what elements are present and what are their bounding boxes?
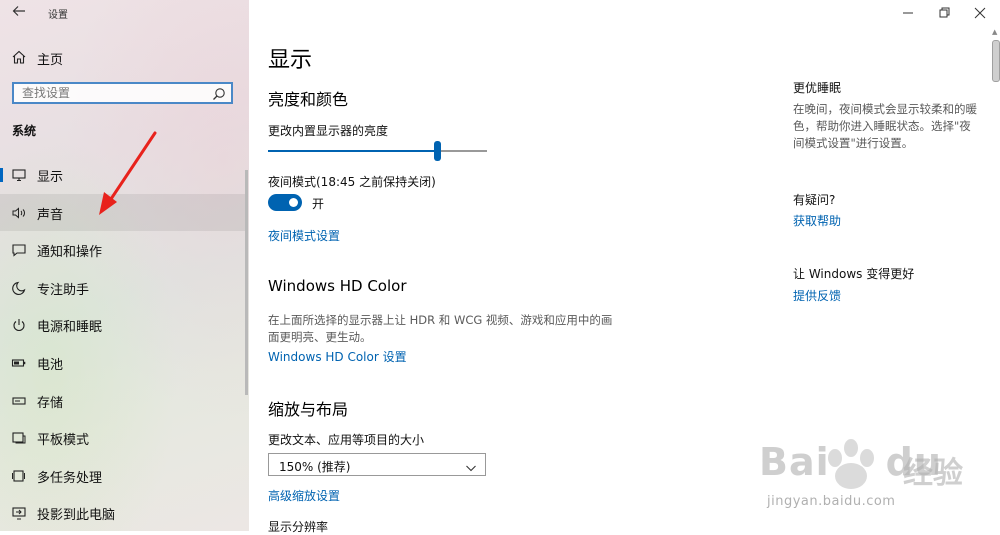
improve-heading: 让 Windows 变得更好 (793, 267, 915, 281)
speaker-icon (11, 205, 27, 221)
page-title: 显示 (268, 48, 313, 73)
sleep-heading: 更优睡眠 (793, 81, 842, 95)
scale-dropdown-value: 150% (推荐) (279, 460, 351, 474)
scale-dropdown[interactable]: 150% (推荐) (268, 453, 486, 476)
scale-heading: 缩放与布局 (268, 400, 349, 419)
night-mode-label: 夜间模式(18:45 之前保持关闭) (268, 175, 436, 189)
hdr-description-line2: 面更明亮、更生动。 (268, 330, 372, 344)
sidebar-item-label: 声音 (37, 207, 64, 223)
sidebar-item-label: 电源和睡眠 (37, 320, 103, 336)
hdr-settings-link[interactable]: Windows HD Color 设置 (268, 348, 407, 365)
brightness-slider[interactable] (268, 141, 487, 161)
hdr-description-line1: 在上面所选择的显示器上让 HDR 和 WCG 视频、游戏和应用中的画 (268, 313, 613, 327)
sidebar-scrollbar[interactable] (245, 170, 248, 395)
battery-icon (11, 355, 27, 371)
hdr-heading: Windows HD Color (268, 277, 407, 295)
brightness-heading: 亮度和颜色 (268, 90, 349, 109)
search-box[interactable] (12, 82, 233, 104)
sidebar-item-label: 存储 (37, 395, 64, 411)
toggle-knob (289, 198, 298, 207)
sidebar-item-focus-assist[interactable]: 专注助手 (0, 269, 245, 307)
sidebar-item-label: 平板模式 (37, 433, 90, 449)
nav-home[interactable]: 主页 (0, 45, 249, 71)
sleep-text-line3: 间模式设置"进行设置。 (793, 136, 914, 150)
tablet-icon (11, 430, 27, 446)
sidebar-item-power-sleep[interactable]: 电源和睡眠 (0, 306, 245, 344)
search-input[interactable] (14, 84, 212, 102)
chevron-down-icon (465, 459, 477, 472)
back-arrow-icon[interactable] (8, 3, 30, 23)
sidebar-item-multitasking[interactable]: 多任务处理 (0, 457, 245, 495)
feedback-link[interactable]: 提供反馈 (793, 287, 841, 304)
sidebar-item-tablet-mode[interactable]: 平板模式 (0, 419, 245, 457)
storage-icon (11, 393, 27, 409)
window-controls (890, 0, 1000, 26)
watermark: Bai du 经验 jingyan.baidu.com (755, 418, 995, 523)
sidebar-item-project-to-pc[interactable]: 投影到此电脑 (0, 494, 245, 531)
sleep-text-line1: 在晚间，夜间模式会显示较柔和的暖 (793, 102, 977, 116)
advanced-scaling-link[interactable]: 高级缩放设置 (268, 487, 340, 504)
main-scrollbar-thumb[interactable] (992, 40, 1000, 82)
sidebar: 设置 主页 系统 显示 声音 (0, 0, 249, 531)
home-icon (11, 49, 27, 65)
search-icon[interactable] (212, 86, 226, 100)
close-icon[interactable] (970, 3, 990, 23)
slider-fill (268, 150, 437, 152)
minimize-icon[interactable] (898, 3, 918, 23)
restore-icon[interactable] (934, 3, 954, 23)
question-heading: 有疑问? (793, 193, 836, 207)
watermark-url: jingyan.baidu.com (767, 494, 896, 509)
title-bar: 设置 (0, 0, 249, 26)
scale-size-label: 更改文本、应用等项目的大小 (268, 433, 425, 447)
resolution-label: 显示分辨率 (268, 520, 329, 534)
sidebar-item-notifications[interactable]: 通知和操作 (0, 231, 245, 269)
section-label-system: 系统 (12, 124, 37, 138)
get-help-link[interactable]: 获取帮助 (793, 212, 841, 229)
sidebar-item-label: 电池 (37, 357, 64, 373)
sleep-text-line2: 色，帮助你进入睡眠状态。选择"夜 (793, 119, 971, 133)
home-label: 主页 (37, 53, 64, 68)
sidebar-item-label: 投影到此电脑 (37, 508, 116, 524)
watermark-brand-latin: Bai (759, 440, 830, 484)
annotation-arrow (99, 131, 157, 215)
sidebar-item-label: 显示 (37, 170, 64, 185)
multitask-icon (11, 468, 27, 484)
notification-icon (11, 242, 27, 258)
night-mode-toggle[interactable] (268, 194, 302, 211)
moon-icon (11, 280, 27, 296)
sidebar-item-label: 通知和操作 (37, 245, 103, 261)
monitor-icon (11, 167, 27, 183)
sidebar-item-battery[interactable]: 电池 (0, 344, 245, 382)
night-mode-settings-link[interactable]: 夜间模式设置 (268, 227, 340, 244)
selected-indicator (0, 168, 3, 182)
sidebar-item-storage[interactable]: 存储 (0, 382, 245, 420)
slider-thumb[interactable] (433, 141, 441, 161)
toggle-state-label: 开 (312, 197, 325, 211)
power-icon (11, 317, 27, 333)
sidebar-item-label: 多任务处理 (37, 470, 103, 486)
sidebar-item-label: 专注助手 (37, 282, 90, 298)
scroll-up-icon[interactable]: ▲ (992, 28, 997, 36)
project-icon (11, 505, 27, 521)
watermark-brand-cn: 经验 (903, 456, 963, 491)
app-title: 设置 (48, 10, 68, 21)
brightness-slider-label: 更改内置显示器的亮度 (268, 124, 389, 138)
